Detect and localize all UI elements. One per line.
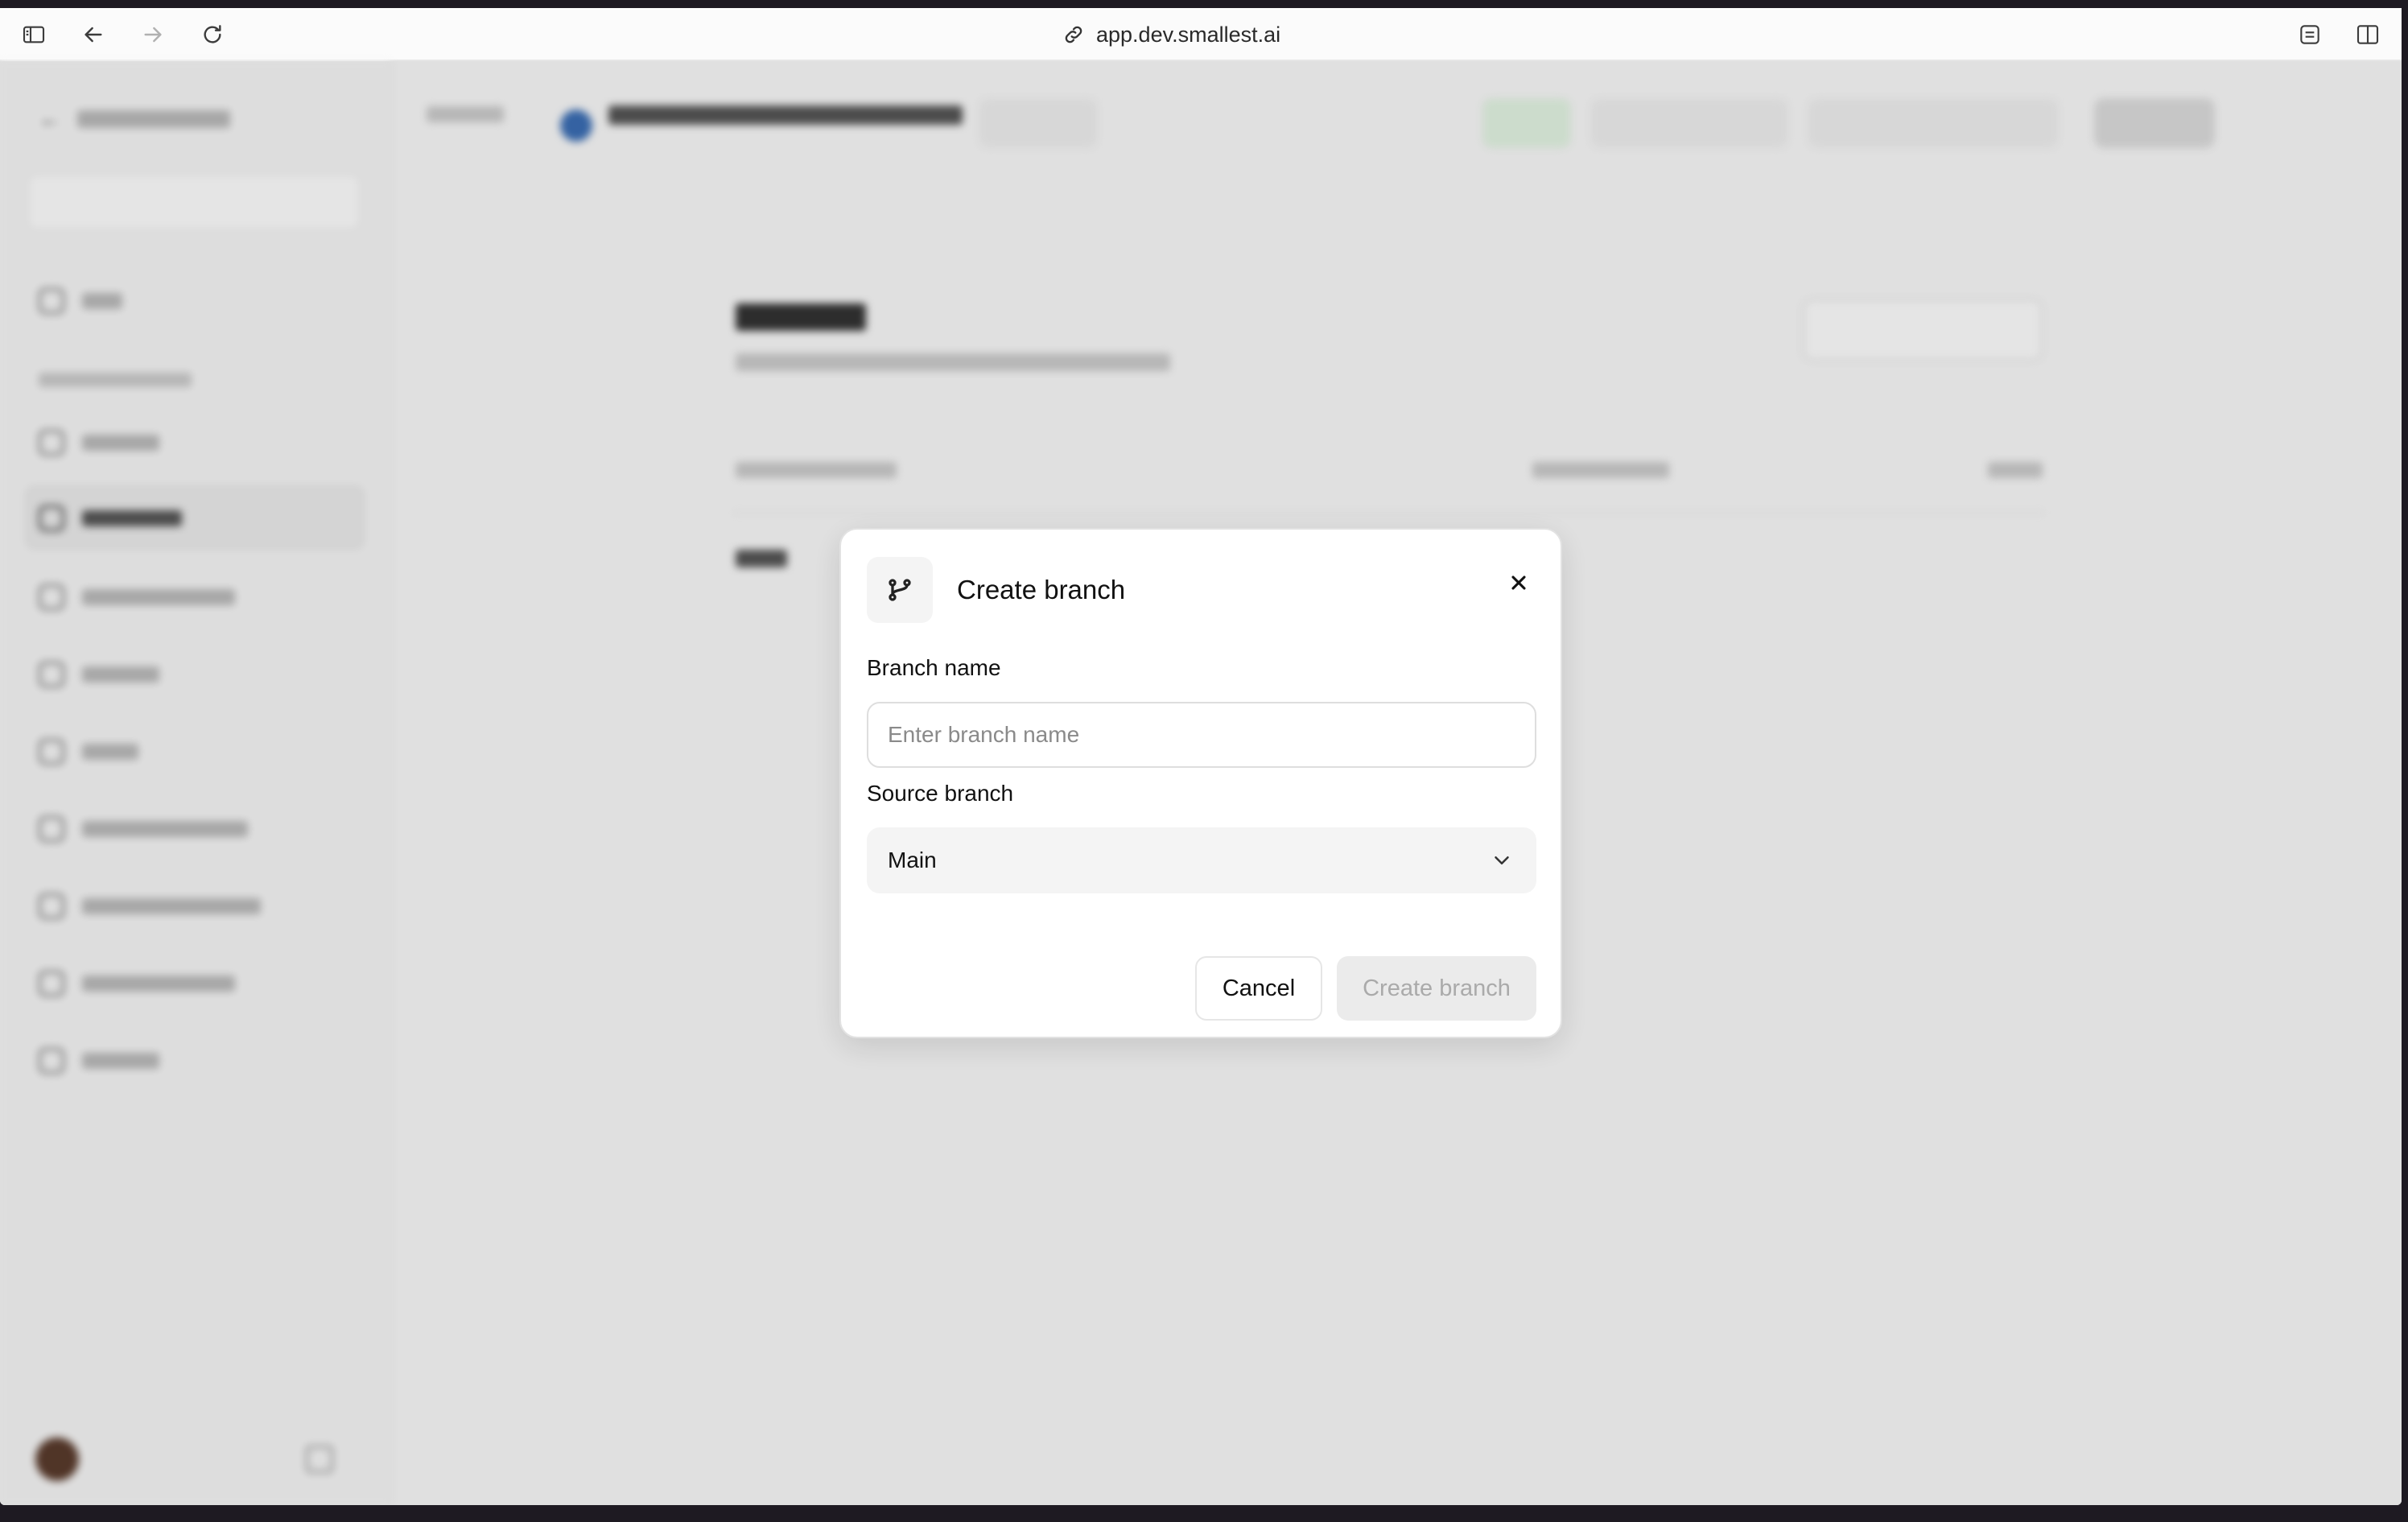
source-branch-label: Source branch	[867, 781, 1014, 806]
cancel-button[interactable]: Cancel	[1195, 956, 1322, 1021]
sidebar-toggle-icon[interactable]	[21, 22, 47, 47]
back-arrow-icon[interactable]	[80, 22, 106, 47]
browser-toolbar: app.dev.smallest.ai	[0, 8, 2402, 61]
url-text: app.dev.smallest.ai	[1096, 22, 1281, 47]
create-branch-dialog: Create branch Branch name Source branch …	[839, 528, 1562, 1038]
branch-name-input[interactable]	[867, 702, 1536, 768]
forward-arrow-icon[interactable]	[140, 22, 166, 47]
split-view-icon[interactable]	[2355, 22, 2381, 47]
reload-icon[interactable]	[200, 22, 225, 47]
create-branch-button[interactable]: Create branch	[1337, 956, 1536, 1021]
address-bar[interactable]: app.dev.smallest.ai	[1062, 18, 1280, 52]
chevron-down-icon	[1495, 856, 1509, 864]
close-icon[interactable]	[1501, 565, 1536, 600]
link-icon	[1065, 26, 1082, 43]
source-branch-value: Main	[888, 848, 937, 872]
dialog-title: Create branch	[957, 575, 1126, 604]
branch-name-label: Branch name	[867, 655, 1001, 680]
git-branch-icon	[867, 557, 933, 623]
source-branch-select[interactable]: Main	[867, 827, 1536, 893]
browser-window: app.dev.smallest.ai ← Create branch Bran…	[0, 8, 2402, 1505]
extension-icon[interactable]	[2297, 22, 2323, 47]
